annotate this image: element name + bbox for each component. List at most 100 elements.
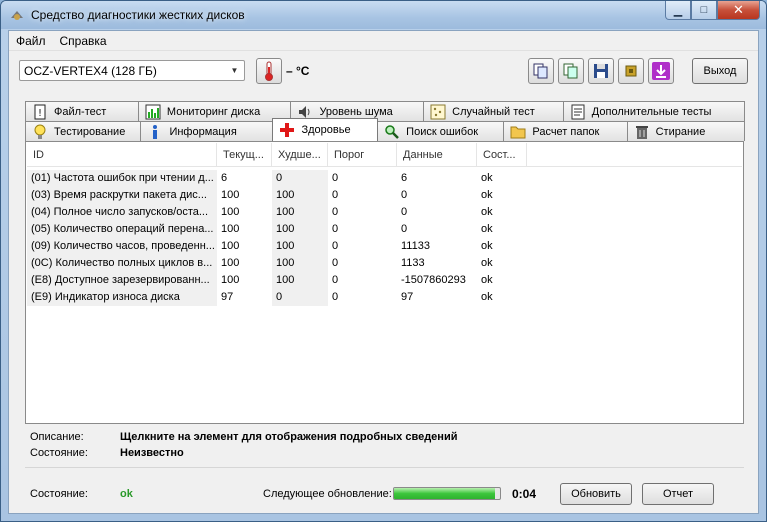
cell-current: 100 [221, 223, 240, 235]
tab-row-2: Тестирование Информация Здоровье Поиск о… [25, 118, 745, 141]
download-button[interactable] [648, 58, 674, 84]
download-icon [652, 62, 670, 80]
col-status[interactable]: Сост... [477, 143, 527, 167]
tab-extra-tests[interactable]: Дополнительные тесты [562, 101, 746, 121]
tab-label: Уровень шума [319, 105, 393, 118]
table-row[interactable]: (09) Количество часов, проведенн... 100 10… [27, 238, 742, 255]
exit-button[interactable]: Выход [692, 58, 748, 84]
table-header: ID Текущ... Худше... Порог Данные Сост..… [27, 143, 742, 167]
temperature-button[interactable] [256, 58, 282, 84]
cell-current: 100 [221, 257, 240, 269]
thermometer-icon [265, 61, 273, 81]
cell-threshold: 0 [332, 291, 339, 303]
tab-error-search[interactable]: Поиск ошибок [377, 121, 505, 141]
cell-worst: 100 [272, 255, 328, 272]
menu-bar: Файл Справка [9, 31, 758, 51]
report-button[interactable]: Отчет [642, 483, 714, 505]
cell-data: 0 [401, 189, 408, 201]
cell-worst: 100 [272, 238, 328, 255]
col-threshold[interactable]: Порог [328, 143, 397, 167]
temperature-value: – °C [286, 64, 310, 78]
window-title: Средство диагностики жестких дисков [31, 8, 245, 22]
red-cross-icon [279, 122, 295, 138]
cell-id: (05) Количество операций перена... [27, 221, 217, 238]
cell-worst: 0 [272, 170, 328, 187]
close-button[interactable]: ✕ [717, 1, 760, 20]
table-row[interactable]: (E9) Индикатор износа диска 97 0 0 97 ok [27, 289, 742, 306]
tab-label: Здоровье [301, 124, 351, 136]
maximize-button[interactable]: □ [691, 1, 717, 20]
menu-help[interactable]: Справка [60, 34, 107, 48]
drive-select[interactable]: OCZ-VERTEX4 (128 ГБ) ▼ [19, 60, 245, 81]
tab-information[interactable]: Информация [140, 121, 274, 141]
col-data[interactable]: Данные [397, 143, 477, 167]
table-row[interactable]: (E8) Доступное зарезервированн... 100 100 0… [27, 272, 742, 289]
cell-status: ok [481, 291, 493, 303]
smart-table[interactable]: ID Текущ... Худше... Порог Данные Сост..… [27, 143, 742, 422]
tab-testing[interactable]: Тестирование [25, 121, 142, 141]
table-row[interactable]: (05) Количество операций перена... 100 100… [27, 221, 742, 238]
table-row[interactable]: (03) Время раскрутки пакета дис... 100 100… [27, 187, 742, 204]
table-row[interactable]: (0C) Количество полных циклов в... 100 100… [27, 255, 742, 272]
col-id[interactable]: ID [27, 143, 217, 167]
description-label: Описание: [30, 431, 84, 443]
cell-data: 0 [401, 206, 408, 218]
minimize-button[interactable]: ▁ [665, 1, 691, 20]
tab-file-test[interactable]: ! Файл-тест [25, 101, 139, 121]
cell-data: 11133 [401, 240, 430, 252]
folder-icon [510, 124, 526, 140]
tab-health[interactable]: Здоровье [272, 118, 379, 141]
cell-current: 100 [221, 206, 240, 218]
refresh-button[interactable]: Обновить [560, 483, 632, 505]
tab-row-1: ! Файл-тест Мониторинг диска Уровень шум… [25, 101, 746, 121]
tab-label: Файл-тест [54, 105, 107, 118]
tab-random-test[interactable]: Случайный тест [423, 101, 564, 121]
cell-current: 100 [221, 240, 240, 252]
client-area: Файл Справка OCZ-VERTEX4 (128 ГБ) ▼ – °C [8, 30, 759, 514]
tab-label: Поиск ошибок [406, 125, 479, 138]
update-progress-fill [394, 488, 495, 499]
tab-label: Тестирование [54, 125, 126, 138]
cell-data: 0 [401, 223, 408, 235]
cell-status: ok [481, 274, 493, 286]
col-current[interactable]: Текущ... [217, 143, 272, 167]
save-button[interactable] [588, 58, 614, 84]
chip-button[interactable] [618, 58, 644, 84]
cell-status: ok [481, 240, 493, 252]
cell-threshold: 0 [332, 274, 339, 286]
cell-id: (E9) Индикатор износа диска [27, 289, 217, 306]
chevron-down-icon: ▼ [230, 66, 239, 75]
title-bar: Средство диагностики жестких дисков ▁ □ … [1, 1, 766, 29]
cell-worst: 100 [272, 272, 328, 289]
update-progress [393, 487, 501, 500]
tab-folder-calc[interactable]: Расчет папок [503, 121, 628, 141]
copy-button[interactable] [528, 58, 554, 84]
state-label: Состояние: [30, 447, 88, 459]
cell-data: 1133 [401, 257, 425, 269]
tab-erase[interactable]: Стирание [626, 121, 745, 141]
cell-threshold: 0 [332, 206, 339, 218]
cell-threshold: 0 [332, 240, 339, 252]
table-row[interactable]: (04) Полное число запусков/оста... 100 100… [27, 204, 742, 221]
copy-all-button[interactable] [558, 58, 584, 84]
cell-data: 6 [401, 172, 408, 184]
tab-disk-monitoring[interactable]: Мониторинг диска [137, 101, 292, 121]
state-value: Неизвестно [120, 447, 184, 459]
cell-data: -1507860293 [401, 274, 466, 286]
cell-status: ok [481, 189, 493, 201]
tab-label: Стирание [655, 125, 706, 138]
cell-status: ok [481, 223, 493, 235]
cell-data: 97 [401, 291, 414, 303]
cell-status: ok [481, 172, 493, 184]
col-worst[interactable]: Худше... [272, 143, 328, 167]
cell-id: (09) Количество часов, проведенн... [27, 238, 217, 255]
cell-id: (03) Время раскрутки пакета дис... [27, 187, 217, 204]
toolbar: OCZ-VERTEX4 (128 ГБ) ▼ – °C Выход [9, 53, 758, 89]
menu-file[interactable]: Файл [16, 34, 46, 48]
trash-icon [634, 124, 650, 140]
table-body: (01) Частота ошибок при чтении д... 6 0 0 6 o… [27, 167, 742, 306]
chip-icon [625, 65, 637, 77]
cell-current: 100 [221, 274, 240, 286]
table-row[interactable]: (01) Частота ошибок при чтении д... 6 0 0 6 o… [27, 170, 742, 187]
cell-worst: 100 [272, 204, 328, 221]
